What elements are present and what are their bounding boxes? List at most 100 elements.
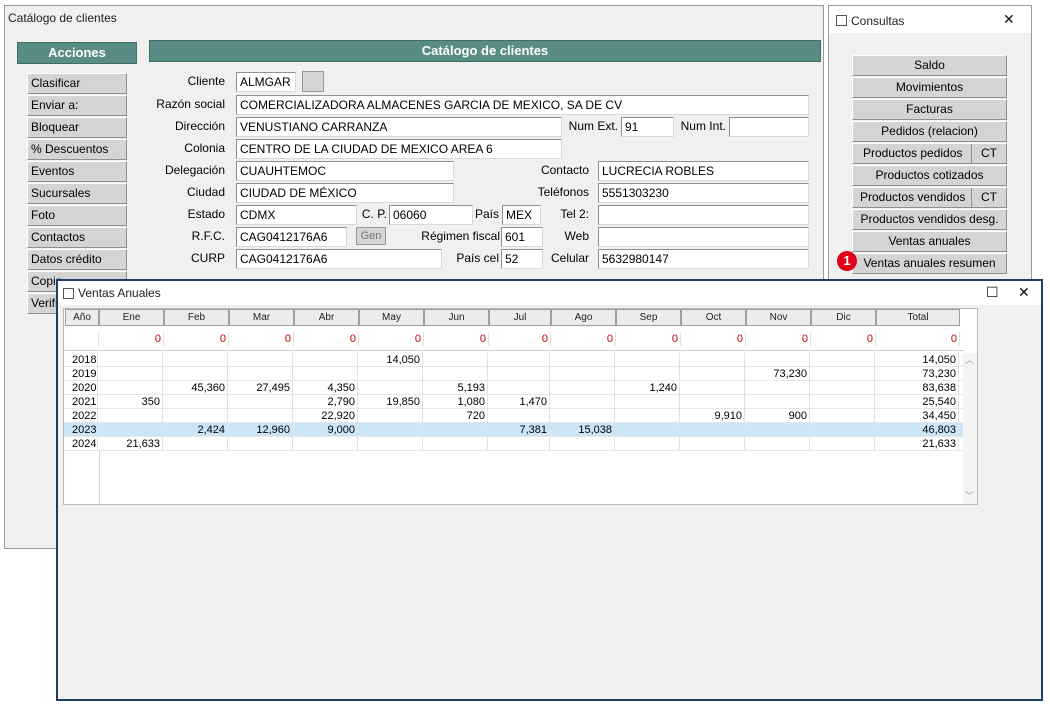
facturas-button[interactable]: Facturas [852,99,1007,120]
web-field[interactable] [598,227,809,247]
column-header[interactable]: Feb [164,309,229,326]
column-header[interactable]: Abr [294,309,359,326]
value-cell [358,367,423,381]
value-cell: 14,050 [358,353,423,367]
button-label: Saldo [914,58,945,72]
action-contactos[interactable]: Contactos [27,227,127,248]
value-cell [615,437,680,451]
scroll-down-icon[interactable]: ﹀ [965,489,974,502]
action-datos-credito[interactable]: Datos crédito [27,249,127,270]
table-row[interactable]: 2021 350 2,790 19,850 1,080 1,470 25,540 [64,395,964,409]
button-label: Productos vendidos [860,190,966,204]
value-cell [745,381,810,395]
table-row[interactable]: 2018 14,050 14,050 [64,353,964,367]
value-cell [550,381,615,395]
scroll-up-icon[interactable]: ︿ [965,353,974,366]
column-header[interactable]: Oct [681,309,746,326]
estado-field[interactable]: CDMX [236,205,357,225]
razon-social-field[interactable]: COMERCIALIZADORA ALMACENES GARCIA DE MEX… [236,95,809,115]
value-cell: 46,803 [875,423,959,437]
window-icon [63,288,74,299]
action-clasificar[interactable]: Clasificar [27,73,127,94]
action-enviar-a[interactable]: Enviar a: [27,95,127,116]
tel2-field[interactable] [598,205,809,225]
column-header[interactable]: Sep [616,309,681,326]
cliente-lookup-button[interactable] [302,71,324,92]
cliente-field[interactable]: ALMGAR [236,72,296,92]
saldo-button[interactable]: Saldo [852,55,1007,76]
curp-field[interactable]: CAG0412176A6 [236,249,442,269]
num-int-field[interactable] [729,117,809,137]
ciudad-field[interactable]: CIUDAD DE MÉXICO [236,183,454,203]
table-row[interactable]: 2020 45,360 27,495 4,350 5,193 1,240 83,638 [64,381,964,395]
value-cell: 27,495 [228,381,293,395]
value-cell: 2,424 [163,423,228,437]
action-bloquear[interactable]: Bloquear [27,117,127,138]
telefonos-field[interactable]: 5551303230 [598,183,809,203]
column-header[interactable]: Jul [489,309,551,326]
value-cell: 7,381 [488,423,550,437]
movimientos-button[interactable]: Movimientos [852,77,1007,98]
table-row[interactable]: 2019 73,230 73,230 [64,367,964,381]
productos-pedidos-button[interactable]: Productos pedidos CT [852,143,1007,164]
column-header[interactable]: May [359,309,424,326]
action-foto[interactable]: Foto [27,205,127,226]
delegacion-field[interactable]: CUAUHTEMOC [236,161,454,181]
action-descuentos[interactable]: % Descuentos [27,139,127,160]
label-curp: CURP [190,251,225,265]
column-header[interactable]: Nov [746,309,811,326]
vertical-scrollbar[interactable]: ︿ ﹀ [963,353,977,504]
contacto-field[interactable]: LUCRECIA ROBLES [598,161,809,181]
label-cp: C. P. [361,207,387,221]
productos-pedidos-ct-button[interactable]: CT [971,144,1006,163]
column-header[interactable]: Ene [99,309,164,326]
close-icon[interactable]: ✕ [1018,284,1030,301]
action-sucursales[interactable]: Sucursales [27,183,127,204]
table-row[interactable]: 2022 22,920 720 9,910 900 34,450 [64,409,964,423]
pais-field[interactable]: MEX [502,205,541,225]
regimen-field[interactable]: 601 [501,227,543,247]
value-cell: 12,960 [228,423,293,437]
value-cell [488,353,550,367]
value-cell [488,381,550,395]
panel-header: Catálogo de clientes [149,40,821,62]
table-row[interactable]: 2023 2,424 12,960 9,000 7,381 15,038 46,803 [64,423,964,437]
value-cell [680,353,745,367]
label-web: Web [564,229,589,243]
pais-cel-field[interactable]: 52 [501,249,543,269]
direccion-field[interactable]: VENUSTIANO CARRANZA [236,117,562,137]
ventas-anuales-button[interactable]: Ventas anuales [852,231,1007,252]
productos-vendidos-desg-button[interactable]: Productos vendidos desg. [852,209,1007,230]
year-cell: 2021 [64,395,98,409]
maximize-icon[interactable]: ☐ [986,284,999,301]
productos-cotizados-button[interactable]: Productos cotizados [852,165,1007,186]
value-cell [423,353,488,367]
productos-vendidos-ct-button[interactable]: CT [971,188,1006,207]
label-rfc: R.F.C. [191,229,225,243]
column-header[interactable]: Jun [424,309,489,326]
rfc-field[interactable]: CAG0412176A6 [236,227,347,247]
cp-field[interactable]: 06060 [389,205,473,225]
column-header[interactable]: Dic [811,309,876,326]
productos-vendidos-button[interactable]: Productos vendidos CT [852,187,1007,208]
column-header[interactable]: Mar [229,309,294,326]
year-cell: 2023 [64,423,98,437]
close-icon[interactable]: ✕ [1003,11,1015,28]
pedidos-relacion-button[interactable]: Pedidos (relacion) [852,121,1007,142]
value-cell [228,395,293,409]
ventas-anuales-window: Ventas Anuales ☐ ✕ Año Ene Feb Mar Abr May Jun… [56,279,1043,701]
ventas-grid: Año Ene Feb Mar Abr May Jun Jul Ago Sep Oct Nov Dic T… [63,308,978,505]
gen-button[interactable]: Gen [356,227,386,245]
num-ext-field[interactable]: 91 [621,117,674,137]
label-colonia: Colonia [184,141,225,155]
ventas-anuales-resumen-button[interactable]: Ventas anuales resumen [852,253,1007,274]
action-eventos[interactable]: Eventos [27,161,127,182]
celular-field[interactable]: 5632980147 [598,249,809,269]
column-header[interactable]: Ago [551,309,616,326]
column-header[interactable]: Total [876,309,960,326]
value-cell: 1,080 [423,395,488,409]
table-row[interactable]: 2024 21,633 21,633 [64,437,964,451]
column-header[interactable]: Año [65,309,99,326]
total-cell: 0 [164,332,229,346]
colonia-field[interactable]: CENTRO DE LA CIUDAD DE MEXICO AREA 6 [236,139,562,159]
